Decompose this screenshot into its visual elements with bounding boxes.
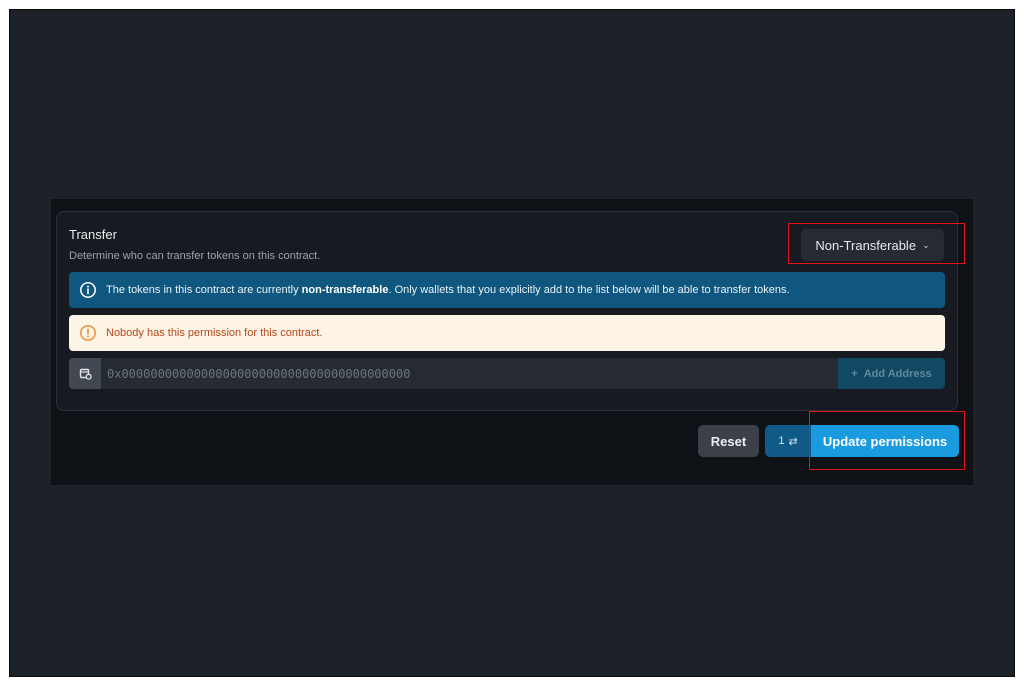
highlight-box-update-button [809, 411, 965, 470]
add-address-button[interactable]: + Add Address [838, 358, 945, 389]
info-banner-text: The tokens in this contract are currentl… [106, 284, 790, 296]
plus-icon: + [851, 367, 858, 380]
highlight-box-mode-select [788, 223, 965, 264]
reset-button[interactable]: Reset [698, 425, 759, 457]
add-address-label: Add Address [863, 367, 932, 380]
address-row: + Add Address [69, 358, 945, 389]
section-subtitle: Determine who can transfer tokens on thi… [69, 250, 321, 262]
swap-icon: ⇄ [788, 435, 798, 448]
info-banner: The tokens in this contract are currentl… [69, 272, 945, 308]
warning-banner: Nobody has this permission for this cont… [69, 315, 945, 351]
pending-count-value: 1 [778, 435, 785, 447]
section-title: Transfer [69, 227, 117, 242]
warning-banner-text: Nobody has this permission for this cont… [106, 327, 323, 339]
address-input[interactable] [101, 358, 838, 389]
info-icon [80, 282, 96, 298]
pending-changes-count[interactable]: 1 ⇄ [765, 425, 811, 457]
warning-icon [80, 325, 96, 341]
wallet-icon [69, 358, 101, 389]
